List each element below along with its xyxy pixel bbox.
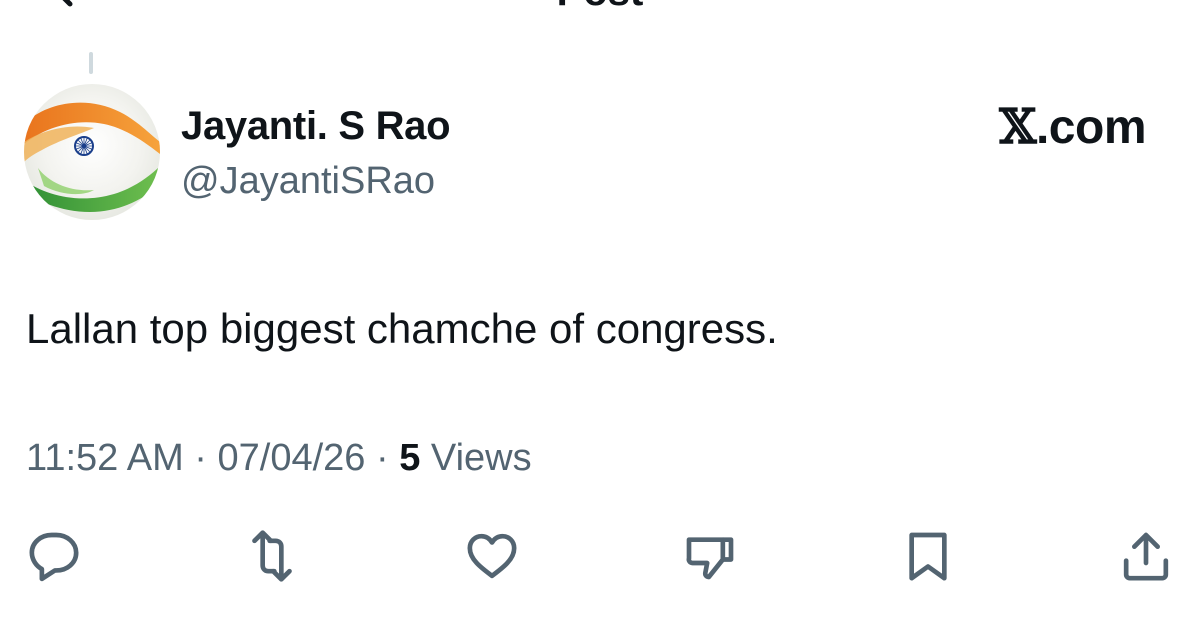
top-bar: Post [0, 0, 1200, 12]
share-icon [1123, 532, 1169, 581]
like-button[interactable] [462, 526, 522, 586]
views-count: 5 [399, 437, 421, 479]
avatar[interactable] [24, 84, 160, 220]
author-handle[interactable]: @JayantiSRao [181, 158, 435, 204]
post-meta: 11:52 AM · 07/04/26 · 5 Views [26, 434, 532, 482]
action-bar [0, 526, 1200, 586]
author-display-name[interactable]: Jayanti. S Rao [181, 102, 451, 150]
x-logo-icon: 𝕏 [999, 99, 1036, 155]
like-icon [467, 533, 517, 579]
repost-icon [252, 530, 292, 582]
dislike-icon [686, 537, 734, 580]
avatar-image [24, 84, 160, 220]
repost-button[interactable] [242, 526, 302, 586]
meta-separator: · [376, 437, 389, 479]
brand-watermark: 𝕏.com [999, 98, 1146, 157]
page-title: Post [0, 0, 1200, 12]
reply-icon [29, 532, 79, 582]
post-date[interactable]: 07/04/26 [218, 437, 366, 479]
dislike-button[interactable] [680, 526, 740, 586]
brand-suffix: .com [1035, 101, 1147, 154]
reply-button[interactable] [24, 526, 84, 586]
meta-separator: · [194, 437, 207, 479]
thread-connector-line [89, 52, 93, 74]
bookmark-button[interactable] [898, 526, 958, 586]
views-label: Views [430, 437, 532, 479]
share-button[interactable] [1116, 526, 1176, 586]
post-time[interactable]: 11:52 AM [26, 437, 184, 479]
post-text: Lallan top biggest chamche of congress. [26, 305, 778, 352]
bookmark-icon [909, 532, 947, 581]
